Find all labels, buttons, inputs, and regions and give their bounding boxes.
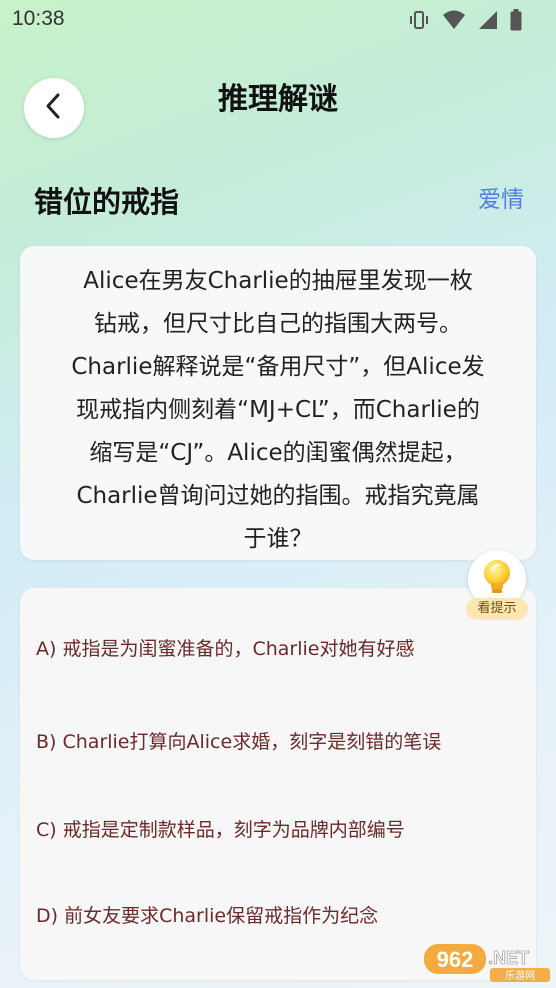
signal-icon [478,10,498,30]
watermark-logo: 962 .NET 乐游网 [422,940,552,984]
hint-button[interactable]: 看提示 [466,550,528,622]
question-line: Alice在男友Charlie的抽屉里发现一枚 [83,268,473,294]
status-time: 10:38 [12,7,65,30]
puzzle-title: 错位的戒指 [34,185,180,219]
question-line: 钻戒，但尺寸比自己的指围大两号。 [94,311,462,337]
answer-options-card: A) 戒指是为闺蜜准备的，Charlie对她有好感 B) Charlie打算向A… [20,588,536,980]
option-a[interactable]: A) 戒指是为闺蜜准备的，Charlie对她有好感 [36,634,526,664]
question-text: Alice在男友Charlie的抽屉里发现一枚 钻戒，但尺寸比自己的指围大两号。… [42,260,514,561]
question-line: Charlie解释说是“备用尺寸”，但Alice发 [71,354,485,380]
vibrate-icon [408,10,430,30]
battery-icon [510,9,522,31]
hint-label: 看提示 [466,598,528,620]
lightbulb-icon [480,558,514,600]
status-icons [408,9,522,31]
option-b[interactable]: B) Charlie打算向Alice求婚，刻字是刻错的笔误 [36,727,526,757]
option-c[interactable]: C) 戒指是定制款样品，刻字为品牌内部编号 [36,815,526,845]
page-title: 推理解谜 [218,82,338,117]
question-line: 缩写是“CJ”。Alice的闺蜜偶然提起， [89,440,467,466]
category-tag[interactable]: 爱情 [478,180,524,220]
svg-text:.NET: .NET [488,948,529,968]
wifi-icon [442,10,466,30]
question-line: 于谁？ [243,526,313,552]
svg-text:962: 962 [437,947,474,972]
question-card: Alice在男友Charlie的抽屉里发现一枚 钻戒，但尺寸比自己的指围大两号。… [20,246,536,560]
option-d[interactable]: D) 前女友要求Charlie保留戒指作为纪念 [36,901,526,931]
svg-text:乐游网: 乐游网 [505,969,535,982]
question-line: 现戒指内侧刻着“MJ+CL”，而Charlie的 [76,397,480,423]
question-line: Charlie曾询问过她的指围。戒指究竟属 [76,483,480,509]
status-bar: 10:38 [0,0,556,40]
